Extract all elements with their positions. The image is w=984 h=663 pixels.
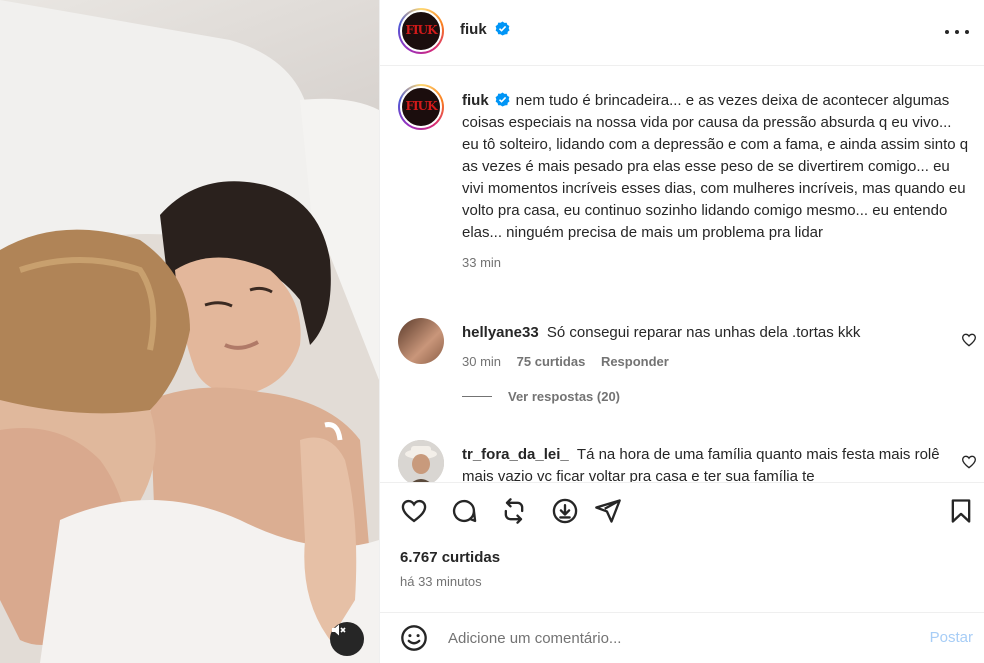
comment-like-icon[interactable] [961, 454, 977, 470]
likes-count[interactable]: 6.767 curtidas [400, 549, 500, 566]
verified-badge-icon [495, 92, 510, 107]
mute-icon [332, 624, 346, 636]
commenter-avatar[interactable] [398, 318, 444, 364]
repost-icon[interactable] [500, 497, 528, 525]
caption-avatar[interactable]: FIUK [398, 84, 444, 130]
post-media[interactable] [0, 0, 379, 663]
comment-icon[interactable] [450, 497, 478, 525]
caption-username[interactable]: fiuk [462, 92, 489, 109]
bookmark-icon[interactable] [947, 497, 975, 525]
comment-like-icon[interactable] [961, 332, 977, 348]
replies-divider [462, 396, 492, 397]
commenter-avatar[interactable] [398, 440, 444, 482]
avatar-logo-text: FIUK [405, 99, 437, 114]
post-photo [0, 0, 379, 663]
view-replies-button[interactable]: Ver respostas (20) [462, 389, 942, 404]
comment-username[interactable]: tr_fora_da_lei_ [462, 446, 569, 463]
more-options-button[interactable] [945, 22, 969, 42]
comment-username[interactable]: hellyane33 [462, 324, 539, 341]
author-username[interactable]: fiuk [460, 21, 487, 38]
avatar-photo [398, 440, 444, 482]
comment-item: tr_fora_da_lei_ Tá na hora de uma famíli… [462, 444, 942, 482]
caption-text: nem tudo é brincadeira... e as vezes dei… [462, 92, 969, 241]
caption: fiuk nem tudo é brincadeira... e as veze… [462, 90, 972, 274]
comment-item: hellyane33 Só consegui reparar nas unhas… [462, 322, 942, 404]
reply-button[interactable]: Responder [601, 354, 669, 369]
verified-badge-icon [495, 21, 510, 36]
more-options-icon [945, 30, 949, 34]
action-bar: 6.767 curtidas há 33 minutos [380, 482, 984, 602]
emoji-icon[interactable] [400, 624, 428, 652]
post-details-panel: FIUK fiuk FIUK fiuk nem tudo é brincadei… [379, 0, 984, 663]
post-header: FIUK fiuk [380, 0, 984, 66]
comment-text: Só consegui reparar nas unhas dela .tort… [546, 324, 861, 341]
download-icon[interactable] [551, 497, 579, 525]
add-comment-bar: Postar [380, 612, 984, 663]
comment-likes[interactable]: 75 curtidas [517, 354, 586, 369]
heart-icon[interactable] [400, 497, 428, 525]
author-avatar[interactable]: FIUK [398, 8, 444, 54]
caption-time: 33 min [462, 255, 502, 270]
comments-list[interactable]: FIUK fiuk nem tudo é brincadeira... e as… [380, 66, 984, 482]
post-time: há 33 minutos [400, 574, 482, 589]
comment-input[interactable] [448, 625, 888, 651]
more-dot [955, 30, 959, 34]
post-comment-button[interactable]: Postar [930, 629, 973, 646]
avatar-logo-text: FIUK [405, 23, 437, 38]
more-dot [965, 30, 969, 34]
comment-time: 30 min [462, 354, 502, 369]
mute-button[interactable] [330, 622, 364, 656]
share-icon[interactable] [594, 497, 622, 525]
view-replies-label: Ver respostas (20) [508, 389, 621, 404]
